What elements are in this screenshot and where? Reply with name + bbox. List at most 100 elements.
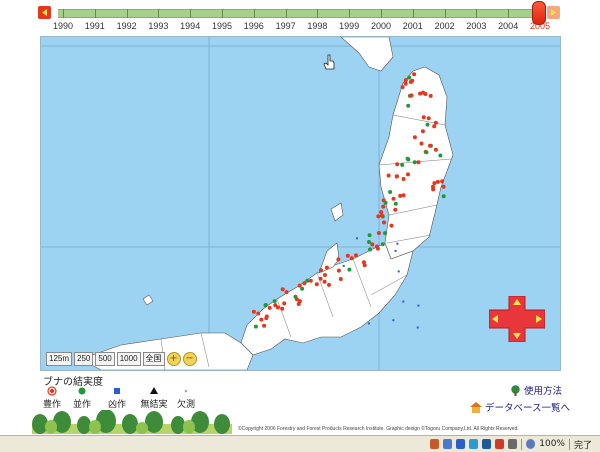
observation-point[interactable] xyxy=(368,247,372,252)
observation-point[interactable] xyxy=(425,122,430,127)
zoom-level-button[interactable]: 1000 xyxy=(116,352,141,366)
observation-point[interactable] xyxy=(267,305,272,310)
zoom-in-icon[interactable]: + xyxy=(166,352,181,366)
observation-point[interactable] xyxy=(420,129,425,134)
observation-point[interactable] xyxy=(264,314,269,319)
observation-point[interactable] xyxy=(361,260,366,265)
observation-point[interactable] xyxy=(392,319,395,322)
observation-point[interactable] xyxy=(324,265,329,270)
observation-point[interactable] xyxy=(421,115,426,120)
observation-point[interactable] xyxy=(400,85,405,90)
observation-point[interactable] xyxy=(263,303,268,307)
observation-point[interactable] xyxy=(280,306,285,311)
year-label-1996[interactable]: 1996 xyxy=(239,21,269,31)
observation-point[interactable] xyxy=(416,160,421,165)
addon-icon[interactable] xyxy=(495,439,505,449)
observation-point[interactable] xyxy=(431,187,436,192)
observation-point[interactable] xyxy=(336,257,341,262)
lock-icon[interactable] xyxy=(508,439,518,449)
observation-point[interactable] xyxy=(256,311,261,316)
stats-icon[interactable] xyxy=(482,439,492,449)
observation-point[interactable] xyxy=(440,179,445,184)
extension-icon[interactable] xyxy=(430,439,440,449)
observation-point[interactable] xyxy=(403,81,408,86)
year-label-1990[interactable]: 1990 xyxy=(48,21,78,31)
observation-point[interactable] xyxy=(432,124,437,129)
observation-point[interactable] xyxy=(322,279,327,284)
observation-point[interactable] xyxy=(342,264,345,267)
observation-point[interactable] xyxy=(319,268,323,273)
observation-point[interactable] xyxy=(395,162,400,167)
observation-point[interactable] xyxy=(401,193,406,198)
japan-map[interactable] xyxy=(40,36,561,371)
observation-point[interactable] xyxy=(272,299,277,304)
observation-point[interactable] xyxy=(406,172,410,177)
zoom-level-button[interactable]: 500 xyxy=(95,352,115,366)
observation-point[interactable] xyxy=(438,153,443,158)
observation-point[interactable] xyxy=(349,256,354,261)
year-label-1994[interactable]: 1994 xyxy=(175,21,205,31)
observation-point[interactable] xyxy=(338,277,343,281)
year-label-1998[interactable]: 1998 xyxy=(302,21,332,31)
observation-point[interactable] xyxy=(251,309,256,314)
observation-point[interactable] xyxy=(417,304,420,307)
year-label-1991[interactable]: 1991 xyxy=(80,21,110,31)
observation-point[interactable] xyxy=(383,231,387,236)
observation-point[interactable] xyxy=(380,242,385,247)
year-label-1995[interactable]: 1995 xyxy=(207,21,237,31)
observation-point[interactable] xyxy=(406,157,411,162)
year-label-1993[interactable]: 1993 xyxy=(143,21,173,31)
observation-point[interactable] xyxy=(379,213,384,218)
observation-point[interactable] xyxy=(416,326,419,329)
map-pan-control[interactable] xyxy=(488,295,546,343)
observation-point[interactable] xyxy=(403,78,408,83)
observation-point[interactable] xyxy=(280,287,285,292)
observation-point[interactable] xyxy=(323,273,327,277)
observation-point[interactable] xyxy=(435,179,440,184)
observation-point[interactable] xyxy=(367,240,371,244)
observation-point[interactable] xyxy=(412,72,417,77)
observation-point[interactable] xyxy=(393,207,398,212)
observation-point[interactable] xyxy=(391,196,396,201)
observation-point[interactable] xyxy=(394,174,399,179)
observation-point[interactable] xyxy=(382,220,386,225)
year-label-1997[interactable]: 1997 xyxy=(271,21,301,31)
observation-point[interactable] xyxy=(406,103,411,108)
year-label-2004[interactable]: 2004 xyxy=(493,21,523,31)
observation-point[interactable] xyxy=(441,184,446,189)
observation-point[interactable] xyxy=(379,210,384,215)
observation-point[interactable] xyxy=(398,193,403,198)
observation-point[interactable] xyxy=(318,276,323,281)
observation-point[interactable] xyxy=(370,242,375,247)
observation-point[interactable] xyxy=(376,231,381,235)
observation-point[interactable] xyxy=(376,214,381,219)
observation-point[interactable] xyxy=(282,301,287,306)
document-icon[interactable] xyxy=(443,439,453,449)
year-label-1999[interactable]: 1999 xyxy=(334,21,364,31)
observation-point[interactable] xyxy=(428,143,432,148)
observation-point[interactable] xyxy=(389,223,394,228)
observation-point[interactable] xyxy=(412,160,417,165)
observation-point[interactable] xyxy=(347,267,352,272)
zoom-level-button[interactable]: 250 xyxy=(74,352,94,366)
zoom-level-button[interactable]: 125m xyxy=(46,352,73,366)
speaker-icon[interactable] xyxy=(456,439,466,449)
observation-point[interactable] xyxy=(367,233,372,238)
observation-point[interactable] xyxy=(284,290,289,295)
observation-point[interactable] xyxy=(428,93,433,98)
observation-point[interactable] xyxy=(407,75,412,80)
observation-point[interactable] xyxy=(424,150,429,155)
observation-point[interactable] xyxy=(400,162,405,167)
year-label-2002[interactable]: 2002 xyxy=(430,21,460,31)
zoom-icon[interactable] xyxy=(526,439,536,449)
observation-point[interactable] xyxy=(441,194,446,199)
zoom-level[interactable]: 100% xyxy=(539,439,565,449)
observation-point[interactable] xyxy=(381,204,386,209)
observation-point[interactable] xyxy=(327,282,331,287)
observation-point[interactable] xyxy=(409,93,414,98)
observation-point[interactable] xyxy=(419,141,424,146)
observation-point[interactable] xyxy=(381,198,386,203)
observation-point[interactable] xyxy=(336,268,341,273)
observation-point[interactable] xyxy=(259,317,264,322)
observation-point[interactable] xyxy=(410,78,415,83)
